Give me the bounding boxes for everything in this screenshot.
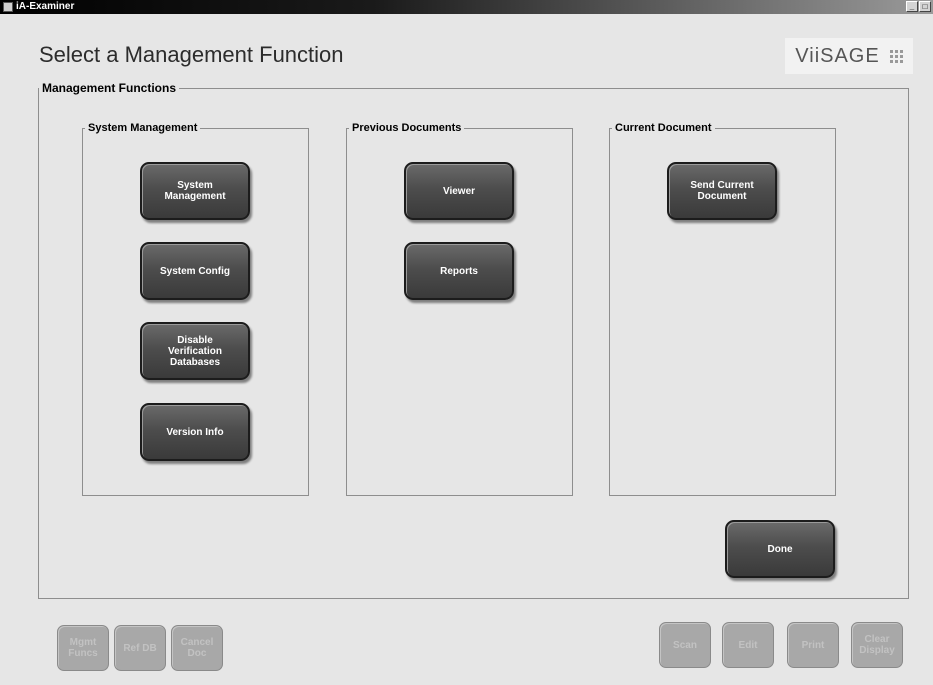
management-functions-legend: Management Functions — [42, 81, 177, 95]
disable-verification-databases-button[interactable]: Disable Verification Databases — [140, 322, 250, 380]
reports-button[interactable]: Reports — [404, 242, 514, 300]
print-button[interactable]: Print — [787, 622, 839, 668]
viisage-logo: ViiSAGE — [785, 38, 913, 74]
system-config-button[interactable]: System Config — [140, 242, 250, 300]
previous-documents-legend: Previous Documents — [352, 122, 462, 134]
logo-text: ViiSAGE — [795, 44, 880, 67]
send-current-document-button[interactable]: Send Current Document — [667, 162, 777, 220]
mgmt-funcs-button[interactable]: Mgmt Funcs — [57, 625, 109, 671]
logo-dots-icon — [889, 49, 903, 63]
window-title: iA-Examiner — [16, 1, 75, 12]
clear-display-button[interactable]: Clear Display — [851, 622, 903, 668]
maximize-button[interactable]: □ — [919, 1, 931, 12]
app-icon[interactable] — [3, 2, 13, 12]
viewer-button[interactable]: Viewer — [404, 162, 514, 220]
page-title: Select a Management Function — [39, 42, 344, 67]
system-management-button[interactable]: System Management — [140, 162, 250, 220]
current-document-legend: Current Document — [615, 122, 712, 134]
window-titlebar: iA-Examiner _ □ — [0, 0, 933, 14]
edit-button[interactable]: Edit — [722, 622, 774, 668]
minimize-button[interactable]: _ — [906, 1, 918, 12]
cancel-doc-button[interactable]: Cancel Doc — [171, 625, 223, 671]
ref-db-button[interactable]: Ref DB — [114, 625, 166, 671]
done-button[interactable]: Done — [725, 520, 835, 578]
scan-button[interactable]: Scan — [659, 622, 711, 668]
window-controls: _ □ — [906, 1, 931, 12]
system-management-legend: System Management — [88, 122, 198, 134]
version-info-button[interactable]: Version Info — [140, 403, 250, 461]
